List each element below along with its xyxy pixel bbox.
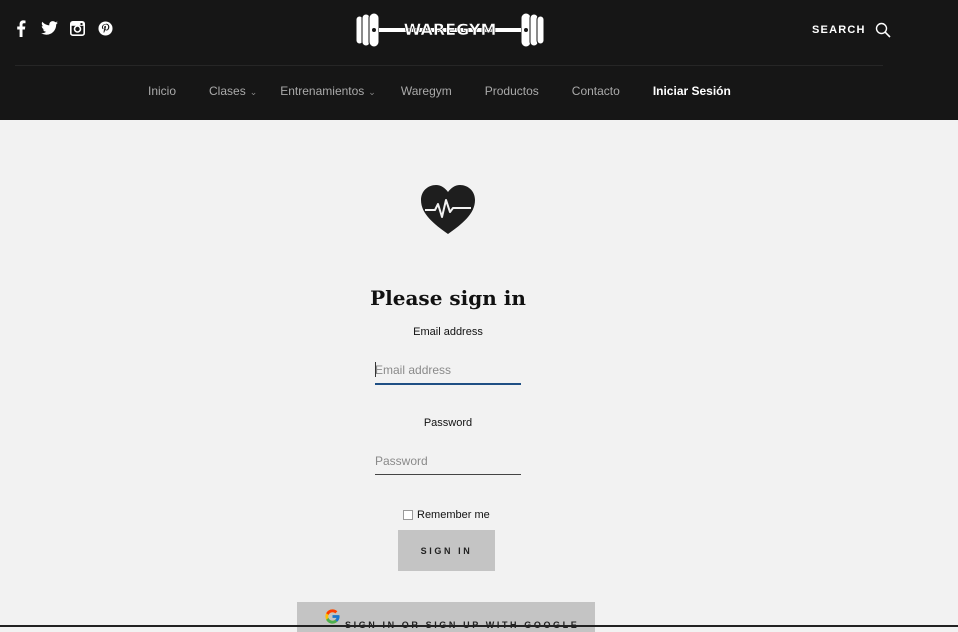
nav-item-entrenamientos[interactable]: Entrenamientos ⌄: [280, 84, 376, 98]
nav-label: Inicio: [148, 84, 177, 98]
chevron-down-icon: ⌄: [249, 86, 258, 97]
twitter-icon[interactable]: [40, 19, 58, 37]
search-label: SEARCH: [812, 24, 866, 36]
nav-label: Iniciar Sesión: [652, 84, 731, 98]
nav-label: Waregym: [400, 84, 452, 98]
chevron-down-icon: ⌄: [368, 86, 376, 97]
nav-item-clases[interactable]: Clases ⌄: [209, 84, 257, 98]
remember-label: Remember me: [417, 509, 490, 521]
nav-label: Productos: [484, 84, 539, 98]
instagram-icon[interactable]: [68, 19, 86, 37]
facebook-icon[interactable]: [12, 19, 30, 37]
heart-pulse-icon: [419, 184, 477, 236]
nav-item-waregym[interactable]: Waregym: [401, 84, 452, 98]
password-field[interactable]: [375, 448, 521, 475]
email-label: Email address: [413, 326, 483, 338]
pinterest-icon[interactable]: [96, 19, 114, 37]
search-button[interactable]: SEARCH: [812, 22, 891, 38]
main-nav: Inicio Clases ⌄ Entrenamientos ⌄ Waregym…: [148, 84, 731, 98]
nav-label: Contacto: [571, 84, 620, 98]
nav-label: Entrenamientos: [280, 84, 365, 98]
email-field[interactable]: [375, 357, 521, 385]
remember-me[interactable]: Remember me: [403, 509, 490, 521]
password-label: Password: [423, 417, 473, 429]
search-icon[interactable]: [875, 22, 891, 38]
nav-item-inicio[interactable]: Inicio: [148, 84, 176, 98]
top-header: WAREGYM SEARCH Inicio Clases ⌄ Entrenami…: [0, 0, 958, 120]
sign-in-button[interactable]: SIGN IN: [398, 530, 495, 571]
text-caret: [375, 362, 376, 377]
header-divider: [15, 65, 883, 66]
nav-item-iniciar-sesion[interactable]: Iniciar Sesión: [653, 84, 731, 98]
logo-text: WAREGYM: [404, 20, 497, 39]
google-sign-in-button[interactable]: SIGN IN OR SIGN UP WITH GOOGLE: [297, 602, 595, 632]
waregym-logo[interactable]: WAREGYM: [354, 12, 546, 48]
google-icon: [324, 608, 341, 625]
nav-label: Clases: [209, 84, 246, 98]
nav-item-productos[interactable]: Productos: [485, 84, 539, 98]
remember-checkbox[interactable]: [403, 510, 413, 520]
nav-item-contacto[interactable]: Contacto: [572, 84, 620, 98]
page-title: Please sign in: [370, 286, 526, 310]
social-links: [12, 19, 114, 37]
